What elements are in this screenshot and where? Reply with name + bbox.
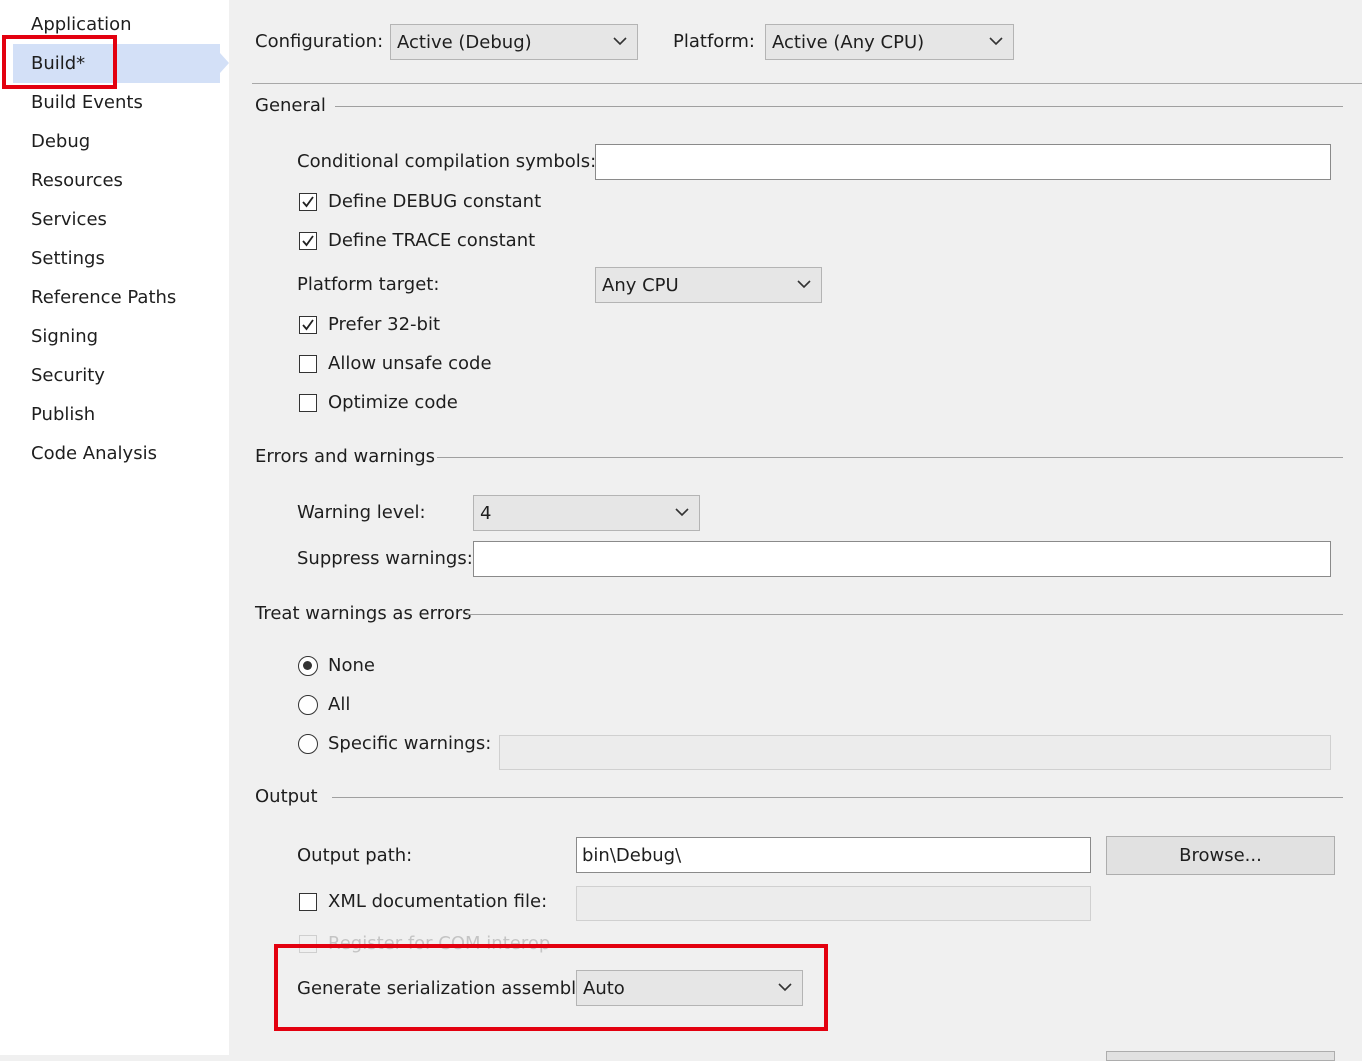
treat-specific-label: Specific warnings:	[328, 733, 492, 754]
serialization-highlight-box	[274, 944, 828, 1031]
errors-section-title: Errors and warnings	[255, 446, 436, 467]
configuration-value: Active (Debug)	[397, 31, 532, 53]
checkmark-icon	[302, 196, 314, 208]
treat-section-line	[467, 614, 1343, 615]
conditional-symbols-label: Conditional compilation symbols:	[297, 151, 597, 172]
output-section-line	[332, 797, 1343, 798]
sidebar-item-signing[interactable]: Signing	[31, 322, 98, 352]
errors-section-line	[437, 457, 1343, 458]
xml-documentation-label: XML documentation file:	[328, 891, 548, 912]
platform-target-value: Any CPU	[602, 274, 679, 296]
sidebar-item-debug[interactable]: Debug	[31, 127, 90, 157]
partial-button[interactable]	[1106, 1051, 1335, 1061]
header-divider	[252, 83, 1362, 84]
build-properties-panel: Configuration: Active (Debug) Platform: …	[229, 0, 1362, 1061]
checkmark-icon	[302, 319, 314, 331]
chevron-down-icon	[675, 508, 689, 517]
sidebar-selection-pointer	[220, 53, 229, 73]
general-section-title: General	[255, 95, 326, 116]
sidebar-item-build-events[interactable]: Build Events	[31, 88, 143, 118]
define-trace-checkbox[interactable]	[299, 232, 317, 250]
sidebar-item-publish[interactable]: Publish	[31, 400, 95, 430]
warning-level-dropdown[interactable]: 4	[473, 495, 700, 531]
output-path-label: Output path:	[297, 845, 413, 866]
radio-selected-dot	[303, 661, 312, 670]
sidebar-item-reference-paths[interactable]: Reference Paths	[31, 283, 176, 313]
optimize-code-checkbox[interactable]	[299, 394, 317, 412]
chevron-down-icon	[989, 37, 1003, 46]
platform-target-label: Platform target:	[297, 274, 440, 295]
prefer-32bit-label: Prefer 32-bit	[328, 314, 441, 335]
chevron-down-icon	[797, 280, 811, 289]
treat-all-label: All	[328, 694, 351, 715]
browse-button[interactable]: Browse...	[1106, 836, 1335, 875]
general-section-line	[335, 106, 1343, 107]
configuration-label: Configuration:	[255, 31, 384, 52]
chevron-down-icon	[613, 37, 627, 46]
allow-unsafe-checkbox[interactable]	[299, 355, 317, 373]
output-path-input[interactable]: bin\Debug\	[576, 837, 1091, 873]
output-path-value: bin\Debug\	[582, 844, 682, 866]
build-highlight-box	[2, 35, 117, 89]
conditional-symbols-input[interactable]	[595, 144, 1331, 180]
checkmark-icon	[302, 235, 314, 247]
platform-dropdown[interactable]: Active (Any CPU)	[765, 24, 1014, 60]
define-debug-label: Define DEBUG constant	[328, 191, 542, 212]
suppress-warnings-label: Suppress warnings:	[297, 548, 473, 569]
sidebar-item-security[interactable]: Security	[31, 361, 105, 391]
output-section-title: Output	[255, 786, 318, 807]
sidebar: Application Build* Build Events Debug Re…	[0, 0, 229, 1055]
prefer-32bit-checkbox[interactable]	[299, 316, 317, 334]
treat-specific-radio[interactable]	[298, 734, 318, 754]
allow-unsafe-label: Allow unsafe code	[328, 353, 492, 374]
sidebar-item-resources[interactable]: Resources	[31, 166, 123, 196]
treat-none-label: None	[328, 655, 375, 676]
define-debug-checkbox[interactable]	[299, 193, 317, 211]
suppress-warnings-input[interactable]	[473, 541, 1331, 577]
specific-warnings-input	[499, 735, 1331, 770]
sidebar-item-settings[interactable]: Settings	[31, 244, 105, 274]
treat-all-radio[interactable]	[298, 695, 318, 715]
platform-target-dropdown[interactable]: Any CPU	[595, 267, 822, 303]
warning-level-value: 4	[480, 502, 492, 524]
warning-level-label: Warning level:	[297, 502, 426, 523]
platform-label: Platform:	[673, 31, 755, 52]
configuration-dropdown[interactable]: Active (Debug)	[390, 24, 638, 60]
sidebar-item-code-analysis[interactable]: Code Analysis	[31, 439, 157, 469]
optimize-code-label: Optimize code	[328, 392, 458, 413]
sidebar-item-services[interactable]: Services	[31, 205, 107, 235]
define-trace-label: Define TRACE constant	[328, 230, 536, 251]
xml-documentation-input	[576, 886, 1091, 921]
treat-section-title: Treat warnings as errors	[255, 603, 472, 624]
xml-documentation-checkbox[interactable]	[299, 893, 317, 911]
treat-none-radio[interactable]	[298, 656, 318, 676]
platform-value: Active (Any CPU)	[772, 31, 925, 53]
